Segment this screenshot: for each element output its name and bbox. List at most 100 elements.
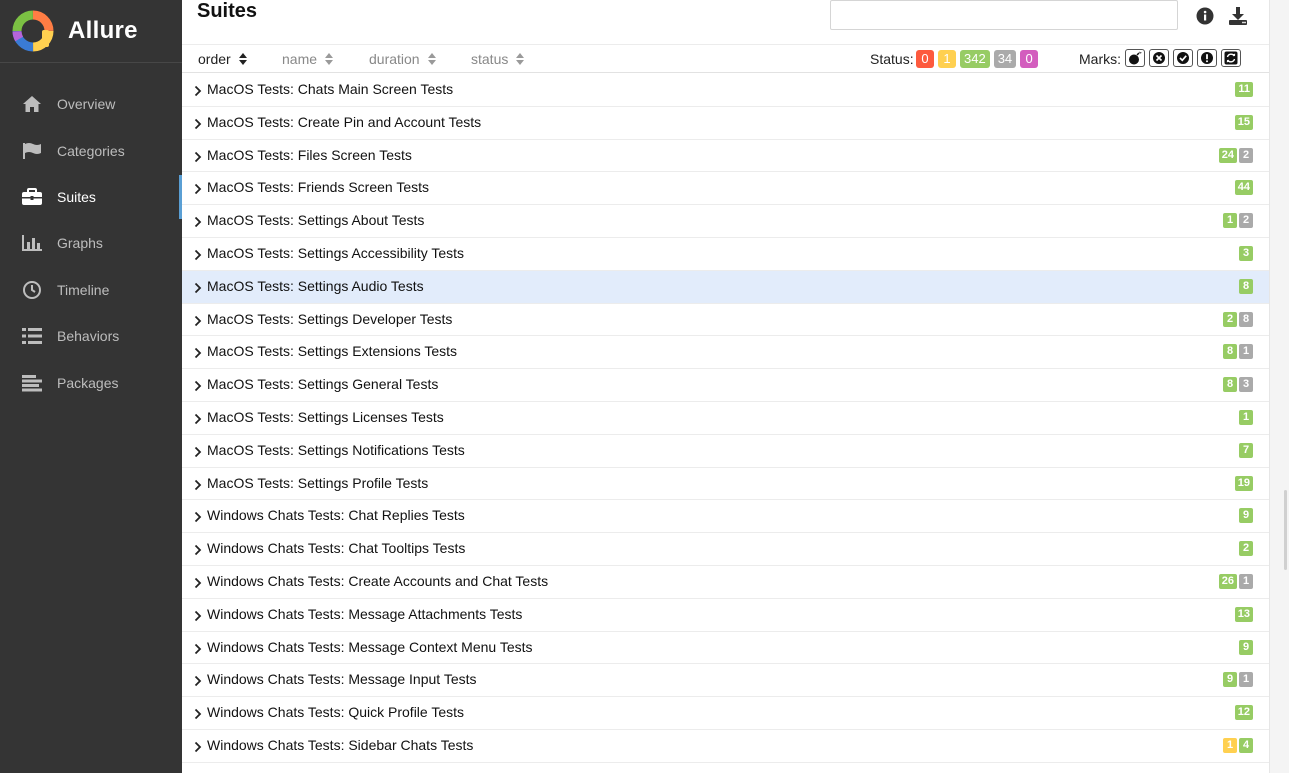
status-failed-toggle[interactable]: 0 (916, 50, 934, 68)
tree-row[interactable]: MacOS Tests: Settings Developer Tests 2 8 (182, 304, 1269, 337)
passed-count-badge: 13 (1234, 606, 1253, 622)
sort-order[interactable]: order (198, 51, 247, 67)
brand[interactable]: Allure (0, 0, 182, 63)
suite-name: MacOS Tests: Friends Screen Tests (207, 179, 430, 196)
tree-row[interactable]: MacOS Tests: Settings Licenses Tests 1 (182, 402, 1269, 435)
suites-tree: MacOS Tests: Chats Main Screen Tests 11 Ma… (182, 74, 1269, 763)
sidebar-item-behaviors[interactable]: Behaviors (0, 313, 182, 359)
suite-name: MacOS Tests: Settings Audio Tests (207, 277, 424, 294)
chevron-right-icon (194, 248, 202, 261)
passed-count-badge: 8 (1239, 278, 1253, 294)
suite-name: MacOS Tests: Settings About Tests (207, 212, 425, 229)
tree-row[interactable]: Windows Chats Tests: Message Input Tests… (182, 664, 1269, 698)
tree-row[interactable]: Windows Chats Tests: Quick Profile Tests… (182, 697, 1269, 730)
tree-row[interactable]: Windows Chats Tests: Message Attachments… (182, 599, 1269, 632)
tree-row[interactable]: MacOS Tests: Settings Audio Tests 8 (182, 270, 1269, 304)
tree-row[interactable]: MacOS Tests: Friends Screen Tests 44 (182, 172, 1269, 206)
suite-name: Windows Chats Tests: Message Input Tests (207, 671, 477, 688)
sort-duration[interactable]: duration (369, 51, 436, 67)
status-counts: 83 (1223, 377, 1253, 393)
sort-status[interactable]: status (471, 51, 525, 67)
suite-name: MacOS Tests: Settings Licenses Tests (207, 408, 444, 425)
suite-name: Windows Chats Tests: Create Accounts and… (207, 572, 549, 589)
tree-row[interactable]: Windows Chats Tests: Chat Tooltips Tests… (182, 533, 1269, 566)
skipped-count-badge: 2 (1239, 147, 1253, 163)
tree-row[interactable]: Windows Chats Tests: Message Context Men… (182, 632, 1269, 665)
sidebar: Allure Overview Categories Suites Graphs (0, 0, 182, 773)
tree-row[interactable]: MacOS Tests: Settings General Tests 8 3 (182, 369, 1269, 402)
chevron-right-icon (194, 707, 202, 720)
suite-name: Windows Chats Tests: Quick Profile Tests (207, 704, 465, 721)
tree-row[interactable]: MacOS Tests: Settings Accessibility Test… (182, 238, 1269, 271)
brand-title: Allure (68, 17, 138, 44)
info-icon[interactable] (1196, 7, 1214, 25)
status-counts: 8 (1239, 278, 1253, 294)
passed-count-badge: 4 (1239, 737, 1253, 753)
sidebar-item-label: Timeline (57, 281, 110, 298)
clock-icon (20, 278, 44, 302)
briefcase-icon (20, 185, 44, 209)
scrollbar[interactable] (1269, 0, 1289, 773)
sidebar-item-label: Suites (57, 188, 96, 205)
status-counts: 14 (1223, 737, 1253, 753)
tree-row[interactable]: MacOS Tests: Create Pin and Account Test… (182, 107, 1269, 140)
flaky-icon[interactable] (1125, 49, 1145, 67)
new-broken-icon[interactable] (1197, 49, 1217, 67)
passed-count-badge: 9 (1223, 672, 1237, 688)
tree-row[interactable]: MacOS Tests: Chats Main Screen Tests 11 (182, 74, 1269, 107)
status-counts: 19 (1234, 475, 1253, 491)
sidebar-item-timeline[interactable]: Timeline (0, 267, 182, 313)
flag-icon (20, 139, 44, 163)
chevron-right-icon (194, 182, 202, 195)
sidebar-item-overview[interactable]: Overview (0, 81, 182, 127)
status-broken-toggle[interactable]: 1 (938, 50, 956, 68)
chevron-right-icon (194, 674, 202, 687)
sort-name[interactable]: name (282, 51, 334, 67)
marks-filter-label: Marks: (1079, 51, 1121, 67)
tree-row[interactable]: Windows Chats Tests: Chat Replies Tests 9 (182, 500, 1269, 534)
tree-row[interactable]: MacOS Tests: Settings Notifications Test… (182, 435, 1269, 468)
sidebar-item-label: Behaviors (57, 328, 120, 345)
download-icon[interactable] (1228, 6, 1248, 26)
status-counts: 9 (1239, 508, 1253, 524)
tree-row[interactable]: MacOS Tests: Settings Profile Tests 19 (182, 468, 1269, 501)
status-counts: 81 (1223, 344, 1253, 360)
align-left-icon (20, 371, 44, 395)
sidebar-item-label: Overview (57, 96, 116, 113)
chevron-right-icon (194, 117, 202, 129)
search-input[interactable] (830, 0, 1178, 30)
suite-name: MacOS Tests: Settings Profile Tests (207, 474, 429, 491)
sidebar-item-suites[interactable]: Suites (0, 174, 182, 220)
passed-count-badge: 8 (1223, 344, 1237, 360)
tree-row[interactable]: MacOS Tests: Settings Extensions Tests 8 1 (182, 336, 1269, 370)
tree-row[interactable]: Windows Chats Tests: Sidebar Chats Tests… (182, 730, 1269, 763)
tree-row[interactable]: Windows Chats Tests: Create Accounts and… (182, 566, 1269, 599)
tree-row[interactable]: MacOS Tests: Files Screen Tests 24 2 (182, 140, 1269, 173)
new-passed-icon[interactable] (1173, 49, 1193, 67)
chevron-right-icon (194, 412, 202, 425)
status-passed-toggle[interactable]: 342 (960, 50, 990, 68)
status-counts: 91 (1223, 672, 1253, 688)
status-counts: 26 1 (1218, 573, 1253, 589)
tree-row[interactable]: MacOS Tests: Settings About Tests 1 2 (182, 205, 1269, 238)
sidebar-item-label: Graphs (57, 235, 103, 252)
scrollbar-thumb[interactable] (1284, 490, 1287, 570)
suite-name: Windows Chats Tests: Message Context Men… (207, 638, 533, 655)
suite-name: Windows Chats Tests: Message Attachments… (207, 605, 523, 622)
sidebar-item-graphs[interactable]: Graphs (0, 220, 182, 266)
marks-filters (1125, 49, 1241, 67)
chevron-right-icon (194, 543, 202, 556)
sidebar-item-categories[interactable]: Categories (0, 127, 182, 173)
skipped-count-badge: 8 (1239, 311, 1253, 327)
chevron-right-icon (194, 346, 202, 359)
status-skipped-toggle[interactable]: 34 (993, 50, 1017, 68)
passed-count-badge: 11 (1235, 82, 1253, 97)
passed-count-badge: 19 (1234, 475, 1253, 491)
new-failed-icon[interactable] (1149, 49, 1169, 67)
chevron-right-icon (194, 84, 202, 97)
retries-icon[interactable] (1221, 49, 1241, 67)
status-unknown-toggle[interactable]: 0 (1020, 50, 1039, 68)
sidebar-item-label: Categories (57, 142, 125, 159)
status-filters: 0 1 342 34 0 (916, 50, 1039, 68)
sidebar-item-packages[interactable]: Packages (0, 359, 182, 405)
